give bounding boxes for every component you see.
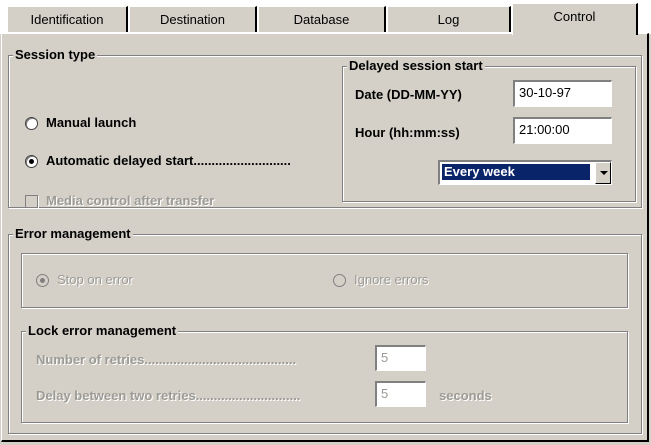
delayed-session-start-title: Delayed session start xyxy=(347,58,485,74)
media-control-checkbox[interactable] xyxy=(25,195,38,208)
tab-destination[interactable]: Destination xyxy=(129,6,257,32)
delayed-session-start-group: Delayed session start Date (DD-MM-YY) 30… xyxy=(342,58,636,202)
error-management-title: Error management xyxy=(13,226,133,242)
radio-selected-dot xyxy=(29,159,34,164)
error-mode-box: Stop on error Ignore errors xyxy=(21,253,628,308)
session-type-group: Session type Manual launch Automatic del… xyxy=(8,47,642,208)
retries-field[interactable]: 5 xyxy=(375,345,426,371)
tab-control[interactable]: Control xyxy=(512,3,638,35)
automatic-delayed-start-label[interactable]: Automatic delayed start.................… xyxy=(46,153,291,169)
media-control-label: Media control after transfer xyxy=(46,193,215,208)
retries-label: Number of retries.......................… xyxy=(36,352,297,367)
radio-selected-dot xyxy=(40,278,45,283)
ignore-errors-radio[interactable] xyxy=(333,274,346,287)
frequency-select[interactable]: Every week xyxy=(438,160,612,185)
date-label: Date (DD-MM-YY) xyxy=(355,87,462,102)
date-field[interactable]: 30-10-97 xyxy=(513,80,612,107)
lock-error-management-title: Lock error management xyxy=(26,323,179,339)
delay-field[interactable]: 5 xyxy=(375,381,426,407)
hour-field[interactable]: 21:00:00 xyxy=(513,117,612,144)
delay-unit-label: seconds xyxy=(439,388,492,403)
manual-launch-radio[interactable] xyxy=(25,117,38,130)
chevron-down-icon xyxy=(600,171,608,175)
dropdown-button[interactable] xyxy=(595,162,611,184)
delay-label: Delay between two retries...............… xyxy=(36,388,301,403)
stop-on-error-label: Stop on error xyxy=(57,272,133,287)
ignore-errors-label: Ignore errors xyxy=(354,272,429,287)
manual-launch-label[interactable]: Manual launch xyxy=(46,115,136,131)
tab-identification[interactable]: Identification xyxy=(7,6,128,32)
session-type-title: Session type xyxy=(13,47,98,63)
automatic-delayed-start-radio[interactable] xyxy=(25,155,38,168)
control-tab-panel: Session type Manual launch Automatic del… xyxy=(1,33,649,442)
tab-log[interactable]: Log xyxy=(387,6,511,32)
lock-error-management-group: Lock error management Number of retries.… xyxy=(21,323,628,423)
tab-strip: Identification Destination Database Log … xyxy=(0,0,651,35)
frequency-selected-value: Every week xyxy=(442,164,590,180)
hour-label: Hour (hh:mm:ss) xyxy=(355,125,460,140)
tab-database[interactable]: Database xyxy=(258,6,386,32)
stop-on-error-radio[interactable] xyxy=(36,274,49,287)
error-management-group: Error management Stop on error Ignore er… xyxy=(8,226,642,434)
